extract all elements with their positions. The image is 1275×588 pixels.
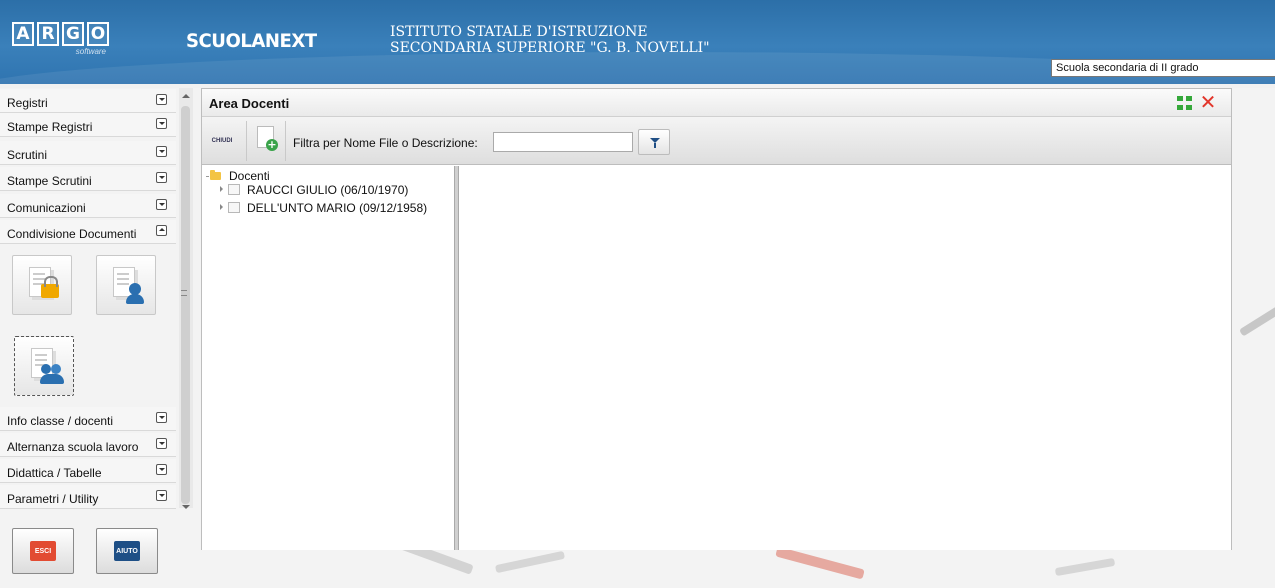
tree-node-teacher[interactable]: DELL'UNTO MARIO (09/12/1958)	[247, 201, 427, 215]
exit-button[interactable]: ESCI	[12, 528, 74, 574]
chevron-down-icon[interactable]	[156, 199, 167, 210]
logo-letter: A	[12, 22, 34, 46]
area-docenti-panel: Area Docenti ✕ CHIUDI + Filtra per Nome …	[201, 88, 1232, 550]
sidebar-item-label: Parametri / Utility	[7, 492, 99, 506]
folder-tree: Docenti RAUCCI GIULIO (06/10/1970) DELL'…	[202, 166, 454, 550]
sidebar-item-scrutini[interactable]: Scrutini	[0, 141, 176, 165]
sidebar-item-registri[interactable]: Registri	[0, 89, 176, 113]
sidebar-item-label: Didattica / Tabelle	[7, 466, 102, 480]
chevron-down-icon[interactable]	[156, 490, 167, 501]
teacher-folder-icon	[228, 184, 240, 195]
scrollbar-thumb[interactable]	[181, 106, 190, 504]
sidebar-item-condivisione-documenti[interactable]: Condivisione Documenti	[0, 220, 176, 244]
user-body-icon	[126, 294, 144, 304]
file-list-area	[459, 166, 1231, 550]
sidebar-item-alternanza-scuola-lavoro[interactable]: Alternanza scuola lavoro	[0, 433, 176, 457]
users-icon	[41, 364, 51, 374]
exit-button-label: ESCI	[30, 541, 56, 561]
sidebar-menu: Registri Stampe Registri Scrutini Stampe…	[0, 88, 195, 588]
background-decoration	[775, 546, 865, 580]
chevron-down-icon[interactable]	[156, 438, 167, 449]
sidebar-item-label: Stampe Registri	[7, 120, 93, 134]
logo-letter: O	[87, 22, 109, 46]
school-type-select[interactable]: Scuola secondaria di II grado	[1051, 59, 1275, 77]
lock-icon	[41, 276, 59, 298]
argo-logo: A R G O software	[12, 22, 130, 64]
teacher-documents-button[interactable]	[14, 336, 74, 396]
sidebar-item-label: Info classe / docenti	[7, 414, 114, 428]
maximize-icon[interactable]	[1177, 96, 1193, 110]
school-name-line2: SECONDARIA SUPERIORE "G. B. NOVELLI"	[390, 40, 710, 56]
filter-label: Filtra per Nome File o Descrizione:	[293, 136, 478, 150]
sidebar-item-stampe-registri[interactable]: Stampe Registri	[0, 113, 176, 137]
sidebar-item-label: Stampe Scrutini	[7, 174, 92, 188]
sidebar-item-label: Registri	[7, 96, 48, 110]
sidebar-scrollbar[interactable]	[179, 88, 193, 509]
users-icon-second	[51, 364, 61, 374]
private-documents-button[interactable]	[12, 255, 72, 315]
logo-subtitle: software	[75, 47, 106, 56]
chevron-down-icon[interactable]	[156, 464, 167, 475]
panel-toolbar: CHIUDI + Filtra per Nome File o Descrizi…	[202, 117, 1231, 165]
background-decoration	[1238, 287, 1275, 337]
panel-title: Area Docenti	[209, 96, 290, 111]
sidebar-item-comunicazioni[interactable]: Comunicazioni	[0, 194, 176, 218]
school-name: ISTITUTO STATALE D'ISTRUZIONE SECONDARIA…	[390, 24, 710, 56]
folder-icon	[210, 170, 221, 180]
filter-button[interactable]	[638, 129, 670, 155]
tree-node-teacher[interactable]: RAUCCI GIULIO (06/10/1970)	[247, 183, 408, 197]
background-decoration	[494, 550, 566, 574]
teacher-folder-icon	[228, 202, 240, 213]
chevron-down-icon[interactable]	[156, 412, 167, 423]
sidebar-item-label: Condivisione Documenti	[7, 227, 137, 241]
logo-letter: G	[62, 22, 84, 46]
close-icon[interactable]: ✕	[1199, 92, 1217, 112]
tree-connector	[206, 176, 209, 177]
add-file-button[interactable]: +	[246, 121, 286, 161]
users-body-icon	[40, 374, 64, 384]
chevron-down-icon[interactable]	[156, 146, 167, 157]
chevron-down-icon[interactable]	[156, 172, 167, 183]
tree-root-docenti[interactable]: Docenti	[229, 169, 270, 183]
grip-icon	[181, 290, 187, 296]
funnel-icon	[650, 138, 660, 148]
logo-letter: R	[37, 22, 59, 46]
sidebar-item-label: Alternanza scuola lavoro	[7, 440, 139, 454]
scroll-up-icon[interactable]	[182, 94, 190, 98]
student-documents-button[interactable]	[96, 255, 156, 315]
sidebar-item-label: Comunicazioni	[7, 201, 86, 215]
filter-input[interactable]	[493, 132, 633, 152]
background-decoration	[1054, 557, 1116, 577]
sidebar-item-info-classe-docenti[interactable]: Info classe / docenti	[0, 407, 176, 431]
app-header: A R G O software SCUOLANEXT ISTITUTO STA…	[0, 0, 1275, 84]
sidebar-item-didattica-tabelle[interactable]: Didattica / Tabelle	[0, 459, 176, 483]
expand-arrow-icon[interactable]	[220, 204, 223, 210]
expand-arrow-icon[interactable]	[220, 186, 223, 192]
school-name-line1: ISTITUTO STATALE D'ISTRUZIONE	[390, 24, 648, 40]
chevron-up-icon[interactable]	[156, 225, 167, 236]
sidebar-item-parametri-utility[interactable]: Parametri / Utility	[0, 485, 176, 509]
brand-name: SCUOLANEXT	[186, 30, 317, 52]
close-button[interactable]: CHIUDI	[205, 126, 239, 156]
chevron-down-icon[interactable]	[156, 94, 167, 105]
help-button-label: AIUTO	[114, 541, 140, 561]
scroll-down-icon[interactable]	[182, 505, 190, 509]
help-button[interactable]: AIUTO	[96, 528, 158, 574]
sidebar-item-stampe-scrutini[interactable]: Stampe Scrutini	[0, 167, 176, 191]
chevron-down-icon[interactable]	[156, 118, 167, 129]
add-icon: +	[266, 138, 278, 151]
panel-header: Area Docenti ✕	[202, 89, 1231, 117]
sidebar-item-label: Scrutini	[7, 148, 48, 162]
